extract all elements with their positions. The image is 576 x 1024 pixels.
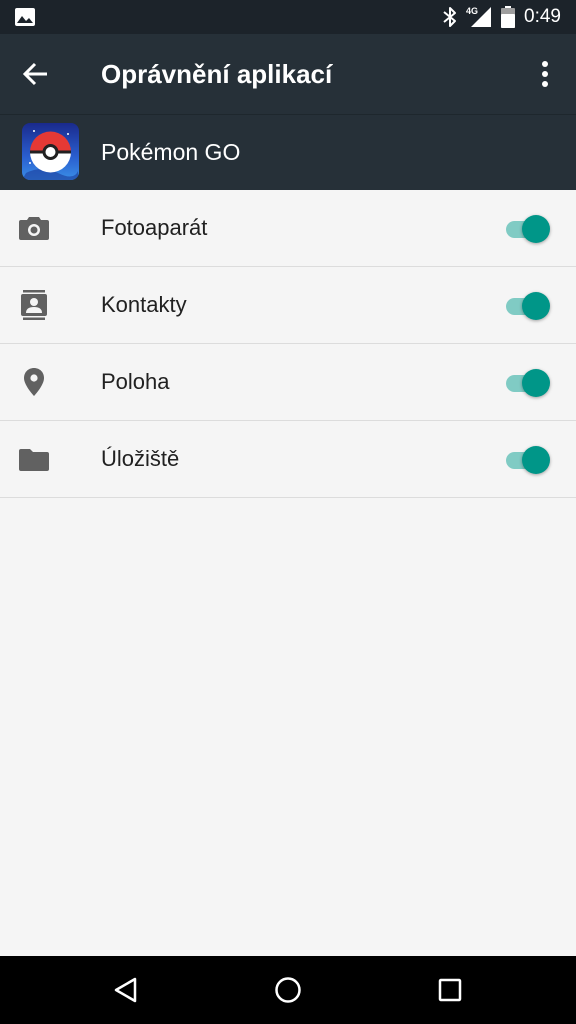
screen: 4G 0:49 Oprávnění aplikací Pokémon GO Fo… <box>0 0 576 1024</box>
app-header: Pokémon GO <box>0 114 576 191</box>
permission-row-camera[interactable]: Fotoaparát <box>0 190 576 267</box>
arrow-back-icon <box>22 62 47 86</box>
toggle-thumb <box>522 215 550 243</box>
nav-back-icon <box>114 977 137 1003</box>
contacts-icon <box>21 290 47 320</box>
permission-row-contacts[interactable]: Kontakty <box>0 267 576 344</box>
permission-list: Fotoaparát Kontakty Poloha Úložiště <box>0 190 576 498</box>
status-clock: 0:49 <box>524 6 561 27</box>
signal-icon: 4G <box>466 6 491 27</box>
permission-label: Poloha <box>101 369 170 394</box>
folder-icon <box>19 449 49 471</box>
navigation-bar <box>0 956 576 1024</box>
nav-back-button[interactable] <box>102 966 150 1014</box>
back-button[interactable] <box>12 50 60 98</box>
status-bar: 4G 0:49 <box>0 0 576 34</box>
location-toggle[interactable] <box>504 367 552 397</box>
battery-icon <box>501 6 515 28</box>
permission-label: Fotoaparát <box>101 215 208 240</box>
location-icon <box>24 368 44 396</box>
page-title: Oprávnění aplikací <box>101 59 333 89</box>
app-name: Pokémon GO <box>101 139 241 165</box>
pokeball-icon <box>22 123 79 180</box>
nav-home-icon <box>275 977 301 1003</box>
camera-icon <box>19 217 49 240</box>
permission-row-location[interactable]: Poloha <box>0 344 576 421</box>
contacts-toggle[interactable] <box>504 290 552 320</box>
image-notification-icon <box>15 8 35 26</box>
camera-toggle[interactable] <box>504 213 552 243</box>
app-icon <box>22 123 79 180</box>
nav-recents-icon <box>438 978 462 1002</box>
permission-row-storage[interactable]: Úložiště <box>0 421 576 498</box>
network-type-label: 4G <box>466 6 478 16</box>
toggle-thumb <box>522 292 550 320</box>
permission-label: Kontakty <box>101 292 187 317</box>
nav-recents-button[interactable] <box>426 966 474 1014</box>
nav-home-button[interactable] <box>264 966 312 1014</box>
toggle-thumb <box>522 446 550 474</box>
storage-toggle[interactable] <box>504 444 552 474</box>
permission-label: Úložiště <box>101 446 180 471</box>
bluetooth-icon <box>443 7 456 27</box>
more-vert-icon <box>542 61 548 87</box>
overflow-menu-button[interactable] <box>521 50 569 98</box>
toggle-thumb <box>522 369 550 397</box>
app-bar: Oprávnění aplikací <box>0 34 576 114</box>
